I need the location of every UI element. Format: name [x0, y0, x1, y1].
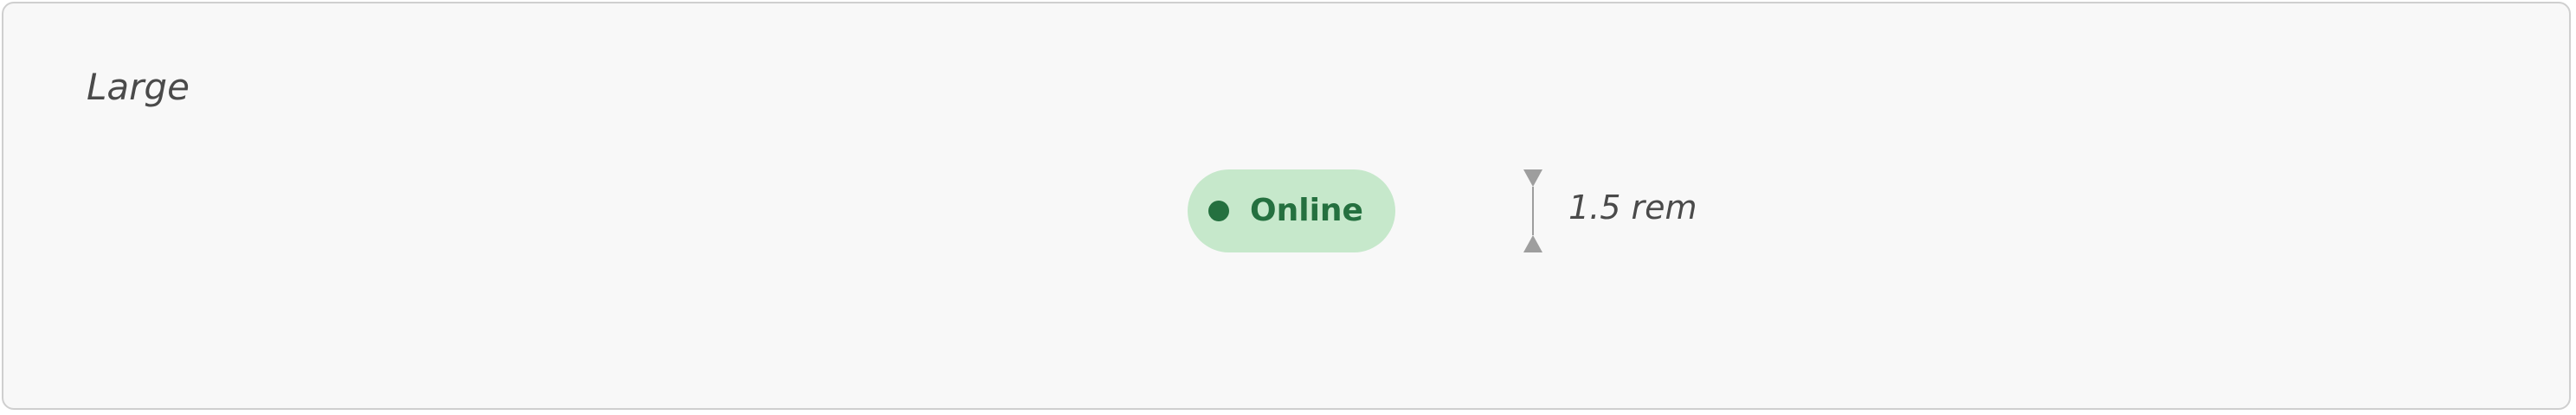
size-label: Large	[87, 66, 190, 108]
status-dot-icon	[1208, 201, 1229, 221]
height-measure-icon	[1522, 169, 1544, 252]
height-measure-graphic	[1523, 169, 1542, 252]
demo-panel: Large Online 1.5 rem	[2, 2, 2571, 410]
status-badge-label: Online	[1250, 193, 1363, 228]
height-measure-label: 1.5 rem	[1568, 188, 1697, 227]
status-badge: Online	[1188, 169, 1395, 252]
